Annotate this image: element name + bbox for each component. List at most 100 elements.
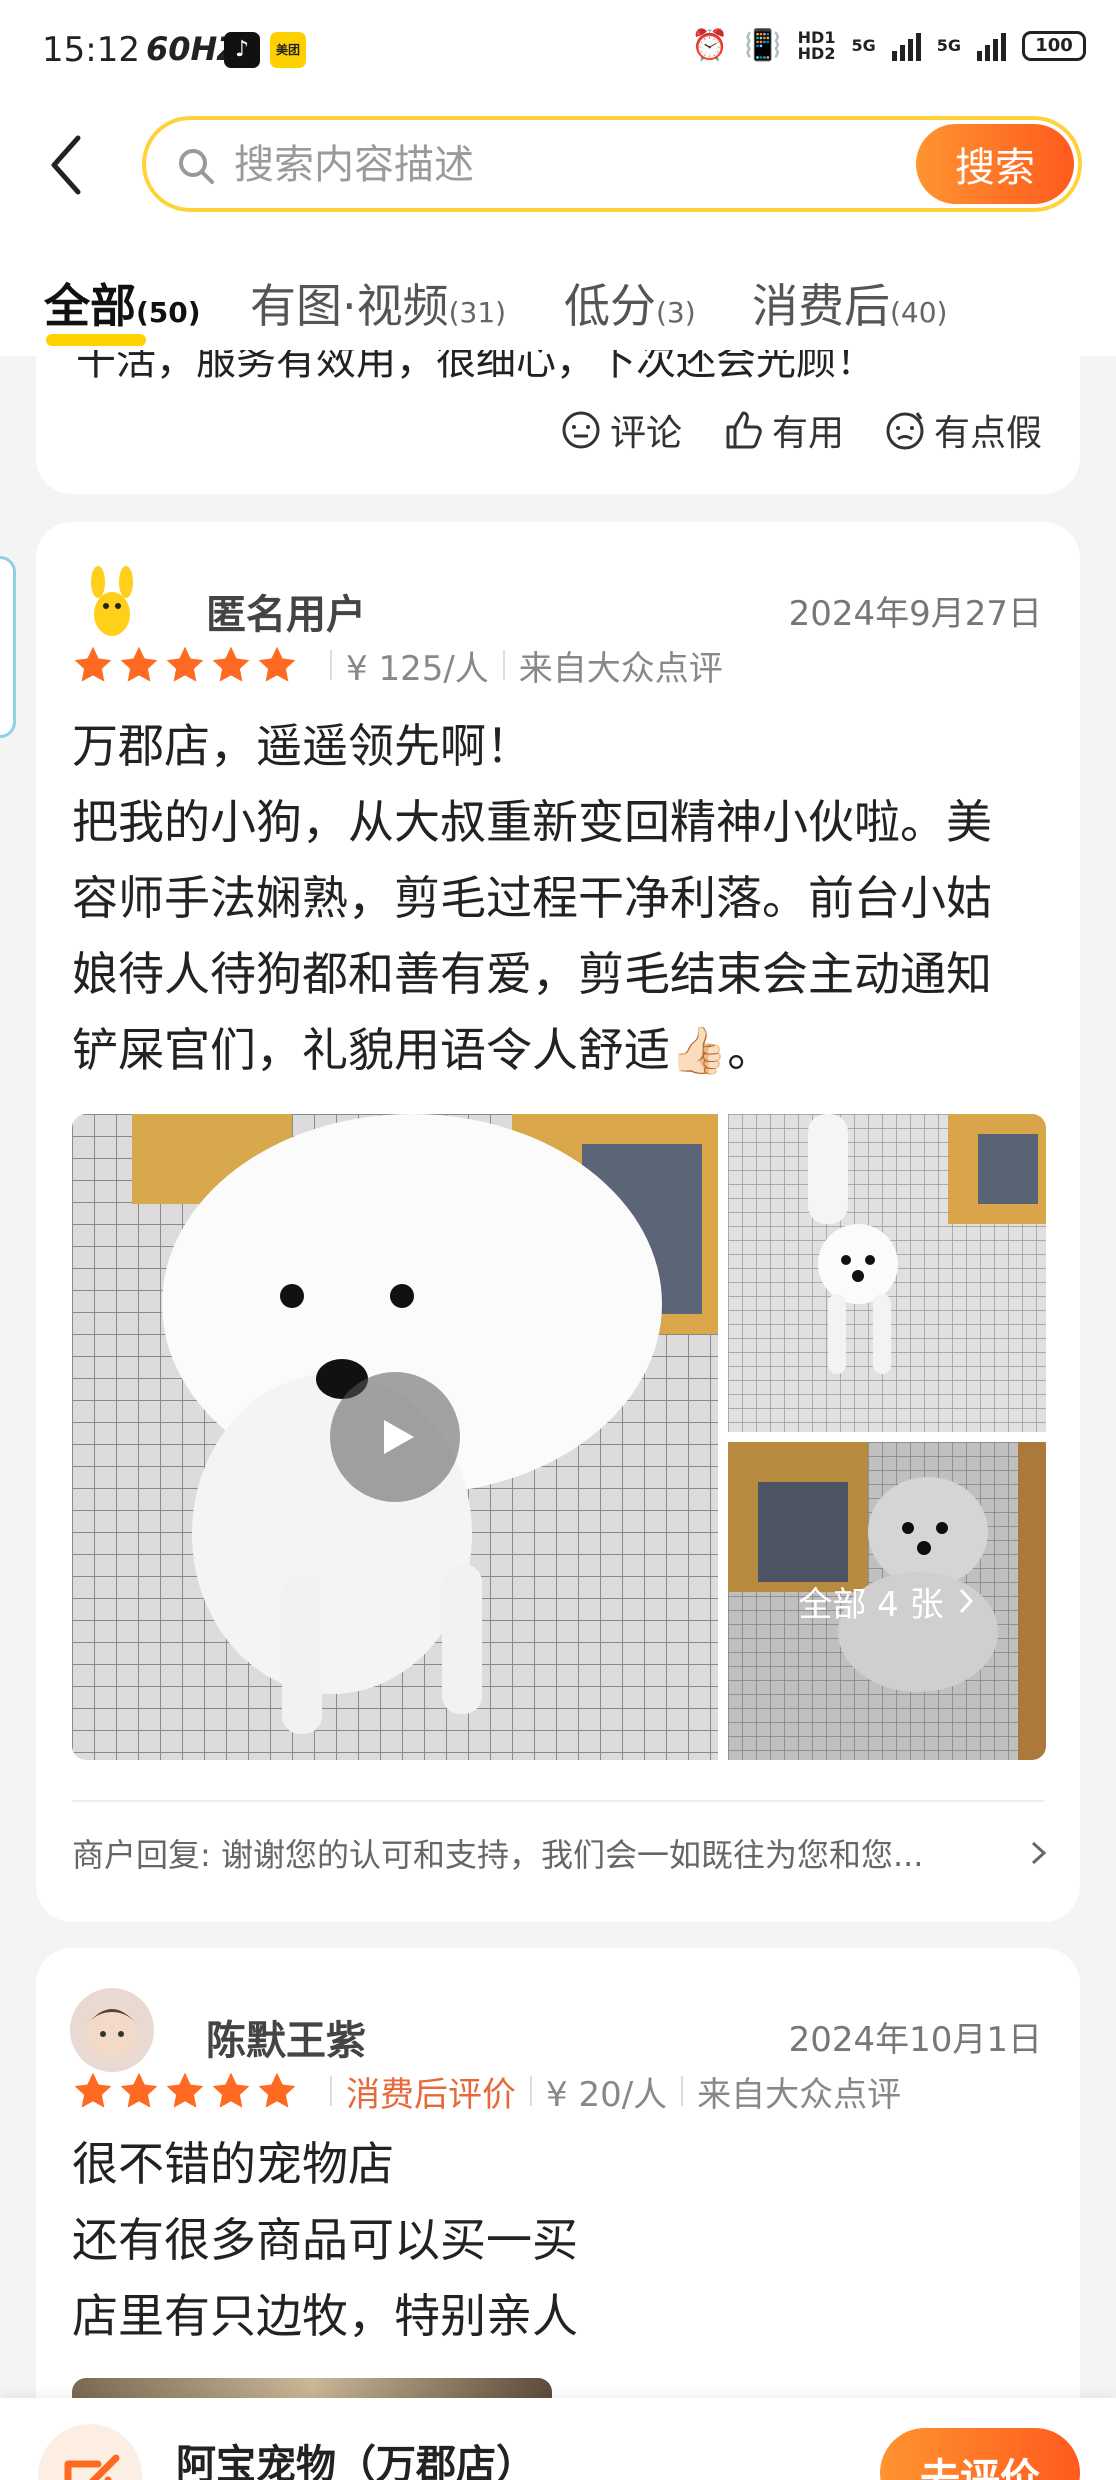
user-name[interactable]: 匿名用户 xyxy=(206,582,366,640)
star-icon xyxy=(166,2072,204,2108)
divider xyxy=(330,2076,332,2106)
signal-icon xyxy=(891,31,921,61)
useful-button[interactable]: 有用 xyxy=(722,404,844,456)
chevron-right-icon xyxy=(959,1588,973,1614)
divider xyxy=(530,2076,532,2106)
divider xyxy=(681,2076,684,2106)
bottom-shop-bar: 阿宝宠物（万郡店） 去评价 xyxy=(0,2398,1116,2480)
comment-icon xyxy=(562,411,600,449)
filter-tabs: 全部(50) 有图·视频(31) 低分(3) 消费后(40) xyxy=(0,248,1116,356)
review-source: 来自大众点评 xyxy=(697,2074,902,2115)
user-name[interactable]: 陈默王紫 xyxy=(206,2008,366,2066)
divider xyxy=(72,1800,1044,1802)
divider xyxy=(502,650,505,680)
review-meta: ¥ 125/人 来自大众点评 xyxy=(72,640,723,690)
signal-icon xyxy=(977,31,1006,61)
review-photo[interactable] xyxy=(728,1114,1046,1432)
review-body[interactable]: 万郡店，遥遥领先啊！ 把我的小狗，从大叔重新变回精神小伙啦。美 容师手法娴熟，剪… xyxy=(72,708,1072,1088)
after-purchase-tag: 消费后评价 xyxy=(346,2074,516,2115)
play-button[interactable] xyxy=(330,1372,460,1502)
battery-icon: 100 xyxy=(1022,30,1086,61)
doubt-face-icon xyxy=(886,412,924,450)
shop-logo[interactable] xyxy=(38,2424,142,2480)
merchant-reply[interactable]: 商户回复: 谢谢您的认可和支持，我们会一如既往为您和您... xyxy=(72,1830,1042,1876)
all-photos-label: 全部 4 张 xyxy=(798,1584,944,1625)
review-date: 2024年10月1日 xyxy=(788,2020,1042,2060)
search-icon xyxy=(179,149,214,184)
tiktok-app-icon: ♪ xyxy=(224,32,260,68)
review-source: 来自大众点评 xyxy=(518,648,723,689)
review-line: 铲屎官们，礼貌用语令人舒适👍🏻。 xyxy=(72,1023,774,1077)
review-line: 店里有只边牧，特别亲人 xyxy=(72,2289,578,2343)
tab-all[interactable]: 全部(50) xyxy=(44,270,201,336)
search-input[interactable] xyxy=(234,136,854,194)
play-icon xyxy=(384,1420,414,1454)
fake-label: 有点假 xyxy=(933,413,1042,454)
status-icons: ⏰ 📳 HD1 HD2 5G 5G 100 xyxy=(691,28,1086,63)
review-line: 容师手法娴熟，剪毛过程干净利落。前台小姑 xyxy=(72,871,992,925)
review-meta: 消费后评价 ¥ 20/人 来自大众点评 xyxy=(72,2066,901,2116)
search-box[interactable]: 搜索 xyxy=(142,116,1082,212)
back-button[interactable] xyxy=(40,130,96,200)
search-button[interactable]: 搜索 xyxy=(916,124,1074,204)
shop-name[interactable]: 阿宝宠物（万郡店） xyxy=(176,2432,536,2480)
review-line: 万郡店，遥遥领先啊！ xyxy=(72,719,532,773)
review-card: 匿名用户 2024年9月27日 ¥ 125/人 来自大众点评 万郡店，遥遥领先啊… xyxy=(36,522,1080,1922)
review-photo-more[interactable]: 全部 4 张 xyxy=(728,1442,1046,1760)
fake-button[interactable]: 有点假 xyxy=(884,404,1042,456)
review-media: 全部 4 张 xyxy=(72,1114,1046,1760)
star-icon xyxy=(74,646,112,682)
meituan-app-icon: 美团 xyxy=(270,32,306,68)
star-icon xyxy=(74,2072,112,2108)
star-rating xyxy=(72,2070,298,2112)
tab-photo-video[interactable]: 有图·视频(31) xyxy=(250,270,506,336)
dog-photo xyxy=(728,1114,1046,1432)
review-line: 很不错的宠物店 xyxy=(72,2137,394,2191)
avatar[interactable] xyxy=(70,562,154,646)
star-icon xyxy=(212,646,250,682)
star-icon xyxy=(120,2072,158,2108)
edit-icon xyxy=(64,2454,120,2480)
price-per-person: ¥ 125/人 xyxy=(346,648,489,689)
alarm-icon: ⏰ xyxy=(690,28,729,63)
star-icon xyxy=(212,2072,250,2108)
write-review-button[interactable]: 去评价 xyxy=(880,2428,1080,2480)
hd-icon: HD1 HD2 xyxy=(797,27,836,63)
star-rating xyxy=(72,644,298,686)
star-icon xyxy=(166,646,204,682)
review-header: 陈默王紫 2024年10月1日 xyxy=(70,1988,1044,2078)
review-card-previous: 干活，服务有效用，很细心，下次还会光顾！ 评论 有用 有点假 xyxy=(36,350,1080,494)
tab-after-purchase[interactable]: 消费后(40) xyxy=(752,270,947,336)
review-body[interactable]: 很不错的宠物店 还有很多商品可以买一买 店里有只边牧，特别亲人 xyxy=(72,2126,1072,2354)
side-drawer-handle[interactable] xyxy=(0,556,16,738)
useful-label: 有用 xyxy=(771,413,844,454)
star-icon xyxy=(258,2072,296,2108)
sim2-label: 5G xyxy=(936,35,961,55)
review-line: 还有很多商品可以买一买 xyxy=(72,2213,578,2267)
star-icon xyxy=(258,646,296,682)
review-header: 匿名用户 2024年9月27日 xyxy=(70,562,1044,652)
comment-button[interactable]: 评论 xyxy=(560,404,682,456)
tab-low-score[interactable]: 低分(3) xyxy=(564,270,696,336)
chevron-left-icon xyxy=(51,135,81,195)
star-icon xyxy=(120,646,158,682)
review-video[interactable] xyxy=(72,1114,718,1760)
user-avatar-image xyxy=(70,1988,154,2072)
review-date: 2024年9月27日 xyxy=(788,594,1042,634)
avatar[interactable] xyxy=(70,1988,154,2072)
vibrate-icon: 📳 xyxy=(744,28,782,63)
active-tab-indicator xyxy=(46,334,146,346)
review-actions: 评论 有用 有点假 xyxy=(560,404,1042,456)
sim1-label: 5G xyxy=(851,35,876,55)
status-time: 15:12 xyxy=(42,30,140,70)
chevron-right-icon[interactable] xyxy=(1026,1838,1052,1868)
comment-label: 评论 xyxy=(609,413,682,454)
all-photos-overlay[interactable]: 全部 4 张 xyxy=(728,1442,1046,1760)
anonymous-mascot-icon xyxy=(70,562,154,646)
review-line: 娘待人待狗都和善有爱，剪毛结束会主动通知 xyxy=(72,947,992,1001)
review-line: 把我的小狗，从大叔重新变回精神小伙啦。美 xyxy=(72,795,992,849)
price-per-person: ¥ 20/人 xyxy=(546,2074,668,2115)
status-bar: 15:12 60HZ ♪ 美团 ⏰ 📳 HD1 HD2 5G 5G 100 xyxy=(0,0,1116,100)
divider xyxy=(330,650,332,680)
thumbs-up-icon xyxy=(726,411,762,449)
